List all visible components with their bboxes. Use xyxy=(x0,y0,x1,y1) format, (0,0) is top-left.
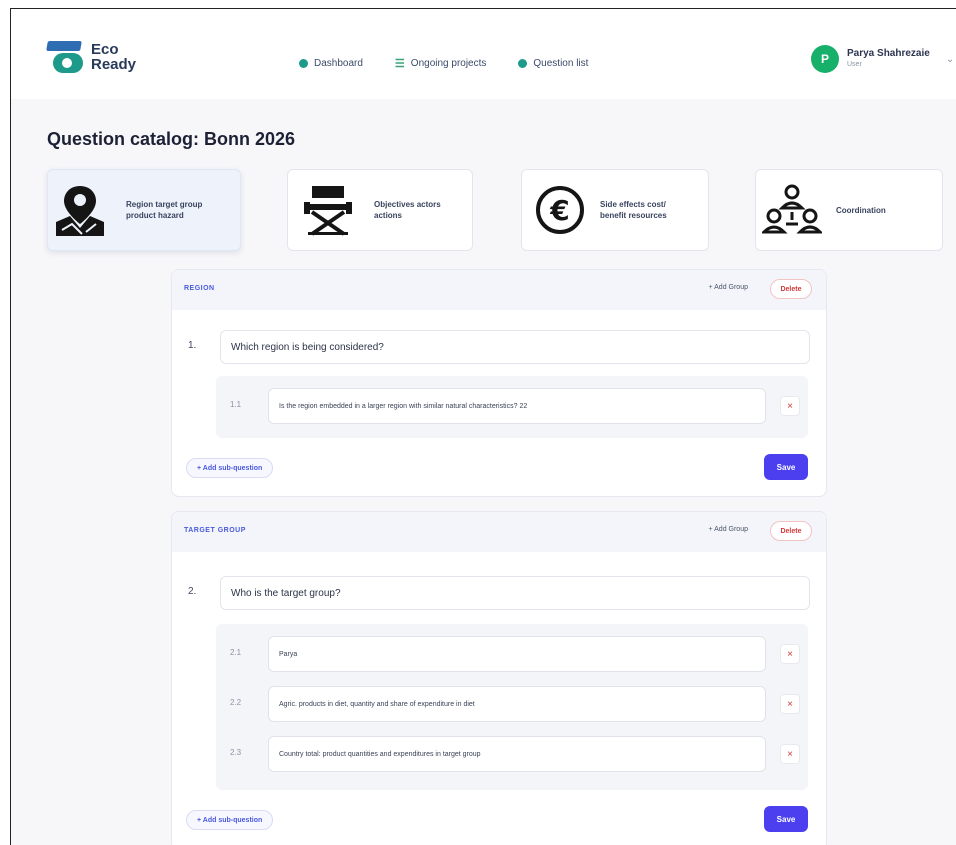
category-card-objectives[interactable]: Objectives actors actions xyxy=(287,169,473,251)
nav-question-list[interactable]: Question list xyxy=(518,57,588,70)
delete-group-button[interactable]: Delete xyxy=(770,279,812,299)
add-sub-question-button[interactable]: + Add sub-question xyxy=(186,458,274,478)
sub-question-number: 2.1 xyxy=(230,648,242,657)
chevron-down-icon: ⌄ xyxy=(945,53,955,65)
category-label: Objectives actors actions xyxy=(374,200,441,220)
nav-dashboard-label: Dashboard xyxy=(314,58,363,69)
delete-sub-question-button[interactable]: × xyxy=(780,694,800,714)
user-menu[interactable]: P Parya Shahrezaie User ⌄ xyxy=(811,45,954,73)
category-label: Side effects cost/ benefit resources xyxy=(600,200,667,220)
category-card-region[interactable]: Region target group product hazard xyxy=(47,169,241,251)
sub-question-number: 1.1 xyxy=(230,400,242,409)
sub-question-input[interactable]: Country total: product quantities and ex… xyxy=(268,736,766,772)
svg-text:€: € xyxy=(549,194,569,227)
sub-question-panel: 1.1 Is the region embedded in a larger r… xyxy=(216,376,808,438)
category-label: Coordination xyxy=(836,205,886,215)
question-number: 2. xyxy=(188,586,197,597)
nav-ongoing-projects[interactable]: ☰ Ongoing projects xyxy=(395,57,486,70)
delete-sub-question-button[interactable]: × xyxy=(780,744,800,764)
category-card-coordination[interactable]: Coordination xyxy=(755,169,943,251)
logo-text: Eco Ready xyxy=(91,42,136,72)
app-frame: Eco Ready Dashboard ☰ Ongoing projects Q… xyxy=(10,8,956,845)
group-title: REGION xyxy=(184,285,215,292)
eco-ready-logo[interactable]: Eco Ready xyxy=(46,37,136,77)
user-role: User xyxy=(847,61,862,68)
page-title: Question catalog: Bonn 2026 xyxy=(47,129,296,149)
sub-question-number: 2.2 xyxy=(230,698,242,707)
delete-group-button[interactable]: Delete xyxy=(770,521,812,541)
question-group-region: REGION + Add Group Delete 1. Which regio… xyxy=(171,269,827,497)
save-button[interactable]: Save xyxy=(764,806,808,832)
user-info: Parya Shahrezaie User xyxy=(847,48,930,70)
main-nav: Dashboard ☰ Ongoing projects Question li… xyxy=(299,57,588,70)
sub-question-number: 2.3 xyxy=(230,748,242,757)
add-group-button[interactable]: + Add Group xyxy=(708,526,748,533)
sub-question-input[interactable]: Agric. products in diet, quantity and sh… xyxy=(268,686,766,722)
director-chair-icon xyxy=(296,180,360,240)
eco-ready-logo-mark xyxy=(46,37,85,77)
user-name: Parya Shahrezaie xyxy=(847,48,930,59)
list-icon: ☰ xyxy=(394,58,405,70)
logo-text-line1: Eco xyxy=(91,41,119,58)
delete-sub-question-button[interactable]: × xyxy=(780,396,800,416)
pie-chart-icon xyxy=(299,59,308,68)
delete-sub-question-button[interactable]: × xyxy=(780,644,800,664)
question-group-target-group: TARGET GROUP + Add Group Delete 2. Who i… xyxy=(171,511,827,845)
save-button[interactable]: Save xyxy=(764,454,808,480)
map-location-icon xyxy=(48,180,112,240)
group-header: TARGET GROUP + Add Group Delete xyxy=(172,512,826,552)
euro-icon: € xyxy=(528,180,592,240)
add-group-button[interactable]: + Add Group xyxy=(708,284,748,291)
people-network-icon xyxy=(760,180,824,240)
logo-text-line2: Ready xyxy=(91,56,137,73)
sub-question-input[interactable]: Is the region embedded in a larger regio… xyxy=(268,388,766,424)
question-input[interactable]: Which region is being considered? xyxy=(220,330,810,364)
top-navigation-bar: Eco Ready Dashboard ☰ Ongoing projects Q… xyxy=(11,9,956,99)
sub-question-panel: 2.1 Parya × 2.2 Agric. products in diet,… xyxy=(216,624,808,790)
category-label: Region target group product hazard xyxy=(126,200,203,220)
nav-ongoing-projects-label: Ongoing projects xyxy=(410,58,487,69)
nav-dashboard[interactable]: Dashboard xyxy=(299,57,363,70)
sub-question-input[interactable]: Parya xyxy=(268,636,766,672)
group-title: TARGET GROUP xyxy=(184,527,246,534)
question-number: 1. xyxy=(188,340,197,351)
add-sub-question-button[interactable]: + Add sub-question xyxy=(186,810,274,830)
question-input[interactable]: Who is the target group? xyxy=(220,576,810,610)
nav-question-list-label: Question list xyxy=(533,58,589,69)
category-card-side-effects[interactable]: € Side effects cost/ benefit resources xyxy=(521,169,709,251)
avatar: P xyxy=(811,45,839,73)
circle-icon xyxy=(518,59,528,68)
group-header: REGION + Add Group Delete xyxy=(172,270,826,310)
